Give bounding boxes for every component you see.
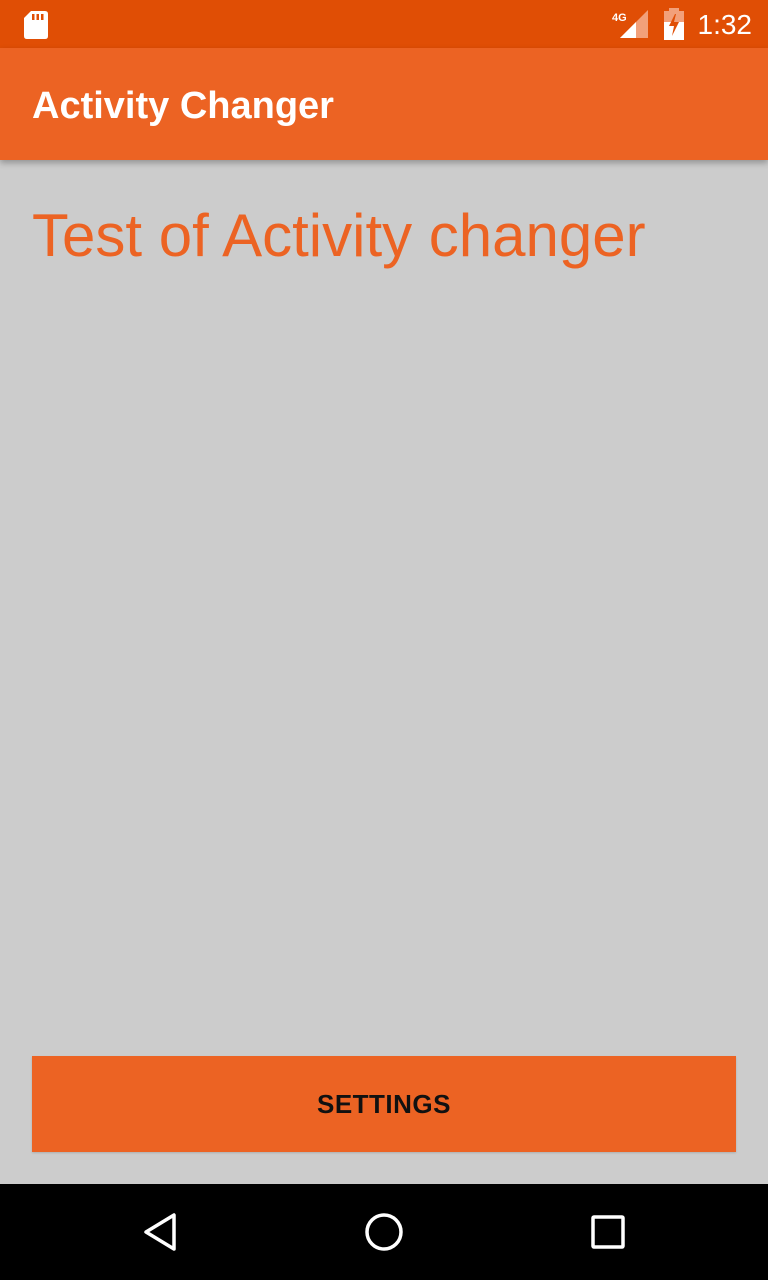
back-button[interactable] xyxy=(96,1184,224,1280)
sd-card-icon xyxy=(24,11,48,39)
screen: 4G 1:32 Activity Changer Test of Activit… xyxy=(0,0,768,1280)
recents-button[interactable] xyxy=(544,1184,672,1280)
app-bar: Activity Changer xyxy=(0,48,768,160)
app-title: Activity Changer xyxy=(32,85,334,127)
settings-button[interactable]: SETTINGS xyxy=(32,1056,736,1152)
cellular-signal-icon: 4G xyxy=(612,10,648,38)
home-icon xyxy=(365,1213,403,1251)
status-clock: 1:32 xyxy=(697,9,753,40)
network-type-label: 4G xyxy=(612,12,627,24)
recents-icon xyxy=(591,1215,625,1249)
back-icon xyxy=(144,1213,176,1251)
main-heading: Test of Activity changer xyxy=(32,202,646,269)
home-button[interactable] xyxy=(320,1184,448,1280)
settings-button-label: SETTINGS xyxy=(316,1088,451,1119)
status-bar: 4G 1:32 xyxy=(0,0,768,48)
navigation-bar xyxy=(0,1184,768,1280)
battery-charging-icon xyxy=(664,8,684,40)
